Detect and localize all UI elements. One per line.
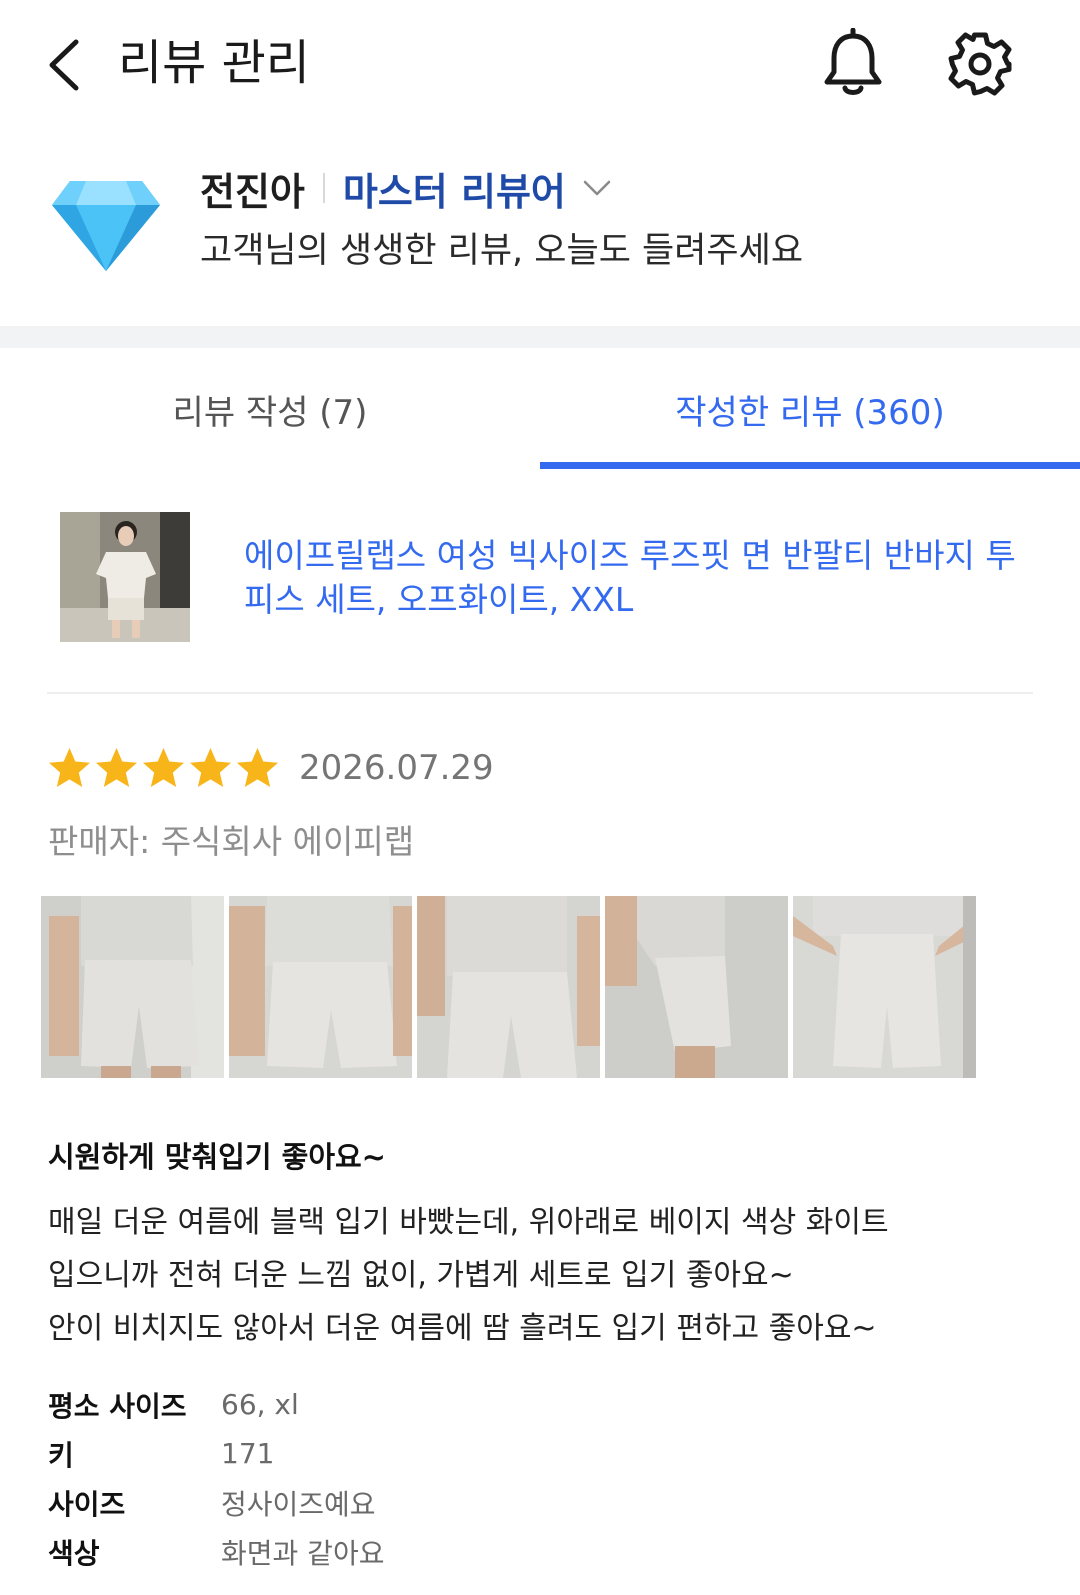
chevron-down-icon[interactable]	[582, 176, 612, 200]
review-management-page: 리뷰 관리 전진아 마스터 리뷰어 고객님의 생생한 리뷰, 오늘도 들려주세요…	[0, 0, 1080, 1595]
survey-row: 키 171	[48, 1429, 384, 1478]
profile-subtitle: 고객님의 생생한 리뷰, 오늘도 들려주세요	[200, 231, 804, 271]
survey-value: 171	[221, 1437, 275, 1470]
review-body-line: 안이 비치지도 않아서 더운 여름에 땀 흘려도 입기 편하고 좋아요~	[48, 1311, 877, 1346]
review-survey: 평소 사이즈 66, xl 키 171 사이즈 정사이즈예요 색상 화면과 같아…	[48, 1380, 384, 1576]
survey-label: 평소 사이즈	[48, 1389, 187, 1423]
rating-row: 2026.07.29	[46, 746, 494, 790]
star-rating	[46, 746, 281, 790]
star-icon	[143, 748, 184, 787]
review-body: 매일 더운 여름에 블랙 입기 바빴는데, 위아래로 베이지 색상 화이트 입으…	[48, 1196, 1048, 1355]
survey-value: 정사이즈예요	[221, 1487, 376, 1521]
review-photo[interactable]	[417, 896, 600, 1078]
notifications-button[interactable]	[818, 27, 888, 100]
review-body-line: 매일 더운 여름에 블랙 입기 바빴는데, 위아래로 베이지 색상 화이트	[48, 1205, 889, 1240]
gear-icon	[948, 32, 1012, 96]
review-date: 2026.07.29	[299, 748, 494, 788]
page-title: 리뷰 관리	[118, 35, 310, 91]
reviewer-grade[interactable]: 마스터 리뷰어	[343, 161, 566, 216]
tab-written-reviews[interactable]: 작성한 리뷰 (360)	[540, 348, 1080, 470]
star-icon	[190, 748, 231, 787]
survey-label: 키	[48, 1438, 74, 1472]
review-body-line: 입으니까 전혀 더운 느낌 없이, 가볍게 세트로 입기 좋아요~	[48, 1258, 794, 1293]
divider	[47, 692, 1033, 694]
review-headline: 시원하게 맞춰입기 좋아요~	[48, 1140, 386, 1174]
reviewer-profile: 전진아 마스터 리뷰어 고객님의 생생한 리뷰, 오늘도 들려주세요	[0, 145, 1080, 325]
product-summary[interactable]: 에이프릴랩스 여성 빅사이즈 루즈핏 면 반팔티 반바지 투피스 세트, 오프화…	[0, 500, 1080, 680]
star-icon	[96, 748, 137, 787]
star-icon	[237, 748, 278, 787]
product-title[interactable]: 에이프릴랩스 여성 빅사이즈 루즈핏 면 반팔티 반바지 투피스 세트, 오프화…	[244, 534, 1034, 622]
bell-icon	[824, 27, 882, 95]
chevron-left-icon	[49, 39, 79, 91]
active-tab-indicator	[540, 462, 1080, 469]
diamond-icon	[52, 181, 160, 271]
section-separator	[0, 326, 1080, 348]
survey-value: 66, xl	[221, 1388, 299, 1421]
survey-label: 색상	[48, 1536, 100, 1570]
name-row: 전진아 마스터 리뷰어	[200, 161, 612, 216]
survey-row: 색상 화면과 같아요	[48, 1527, 384, 1576]
survey-row: 평소 사이즈 66, xl	[48, 1380, 384, 1429]
product-photo-image	[60, 512, 190, 642]
review-photo[interactable]	[793, 896, 976, 1078]
seller-name: 판매자: 주식회사 에이피랩	[48, 822, 415, 861]
star-icon	[49, 748, 90, 787]
tab-write-review[interactable]: 리뷰 작성 (7)	[0, 348, 540, 470]
settings-button[interactable]	[944, 28, 1016, 100]
review-photo[interactable]	[605, 896, 788, 1078]
survey-label: 사이즈	[48, 1487, 126, 1521]
product-thumbnail[interactable]	[60, 512, 190, 642]
survey-row: 사이즈 정사이즈예요	[48, 1478, 384, 1527]
review-tabs: 리뷰 작성 (7) 작성한 리뷰 (360)	[0, 348, 1080, 470]
back-button[interactable]	[38, 34, 88, 96]
survey-value: 화면과 같아요	[221, 1536, 385, 1570]
review-photo[interactable]	[229, 896, 412, 1078]
user-name: 전진아	[200, 169, 305, 214]
top-app-bar: 리뷰 관리	[0, 0, 1080, 130]
name-divider	[322, 173, 325, 203]
review-photos	[41, 896, 976, 1078]
review-photo[interactable]	[41, 896, 224, 1078]
